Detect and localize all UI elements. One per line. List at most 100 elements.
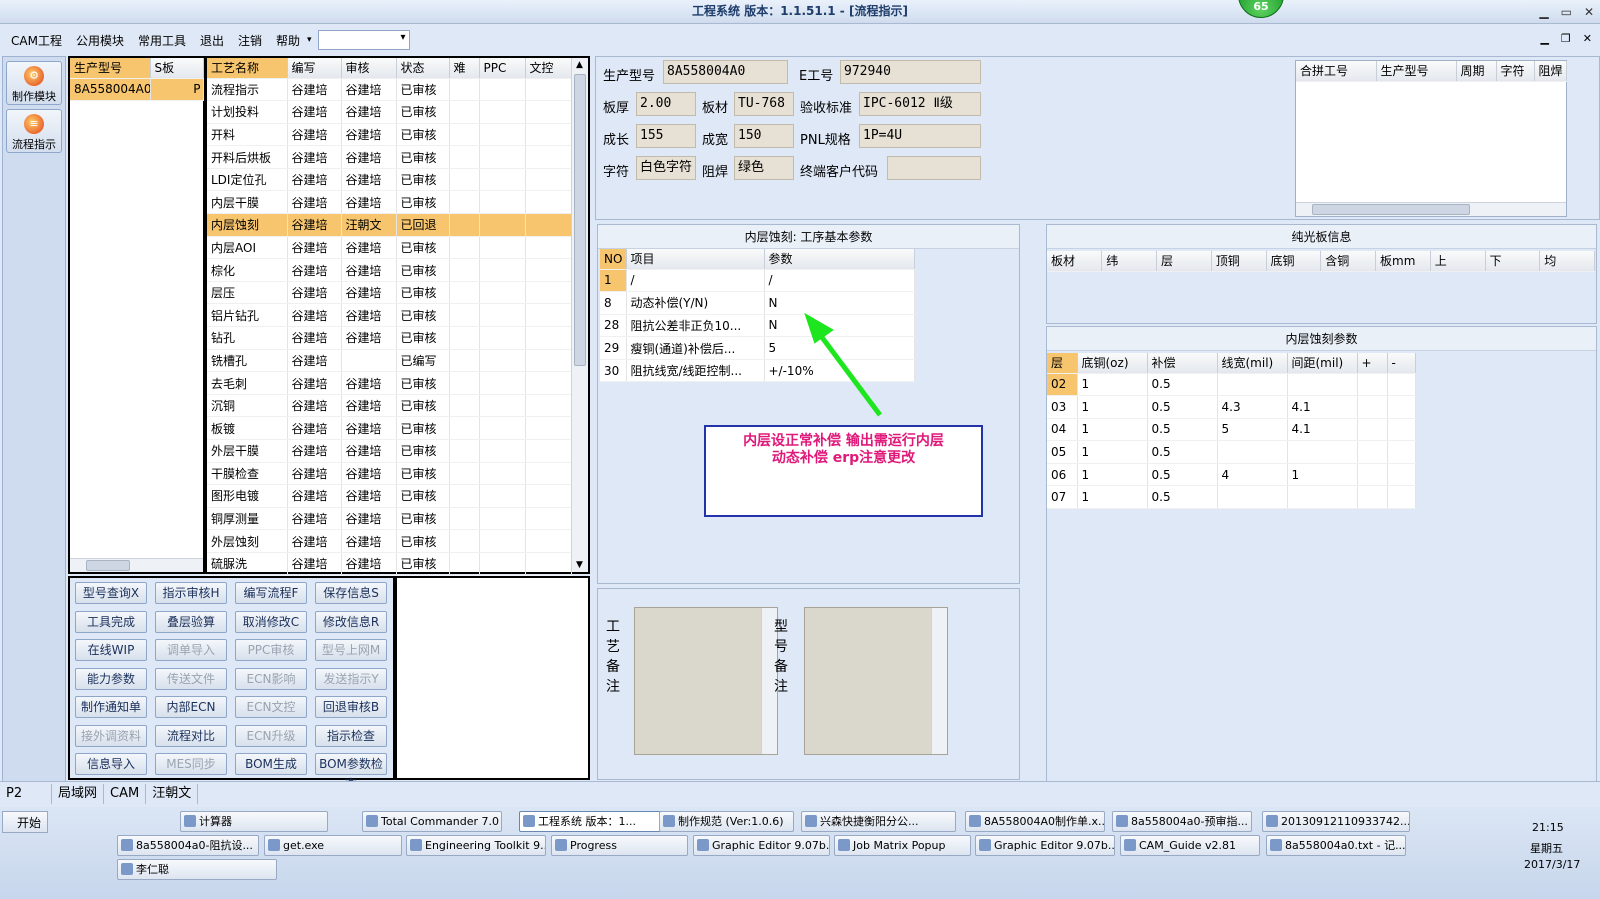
- vertical-scrollbar[interactable]: [931, 608, 947, 754]
- table-row[interactable]: 铜厚测量 谷建培 谷建培 已审核: [207, 507, 572, 531]
- taskbar-item[interactable]: 计算器: [180, 811, 328, 832]
- action-button-6-2[interactable]: BOM生成: [235, 753, 307, 775]
- table-row[interactable]: 图形电镀 谷建培 谷建培 已审核: [207, 484, 572, 508]
- col-author[interactable]: 编写: [287, 58, 342, 79]
- table-row[interactable]: 1//: [600, 269, 915, 293]
- taskbar-item[interactable]: Graphic Editor 9.07b...: [693, 835, 830, 856]
- vertical-scrollbar[interactable]: ▲ ▼: [571, 58, 588, 572]
- table-row[interactable]: 内层蚀刻 谷建培 汪朝文 已回退: [207, 213, 572, 237]
- col-etch-1[interactable]: 底铜(oz): [1077, 353, 1148, 374]
- scroll-up-icon[interactable]: ▲: [576, 60, 583, 70]
- action-button-5-1[interactable]: 流程对比: [155, 724, 227, 747]
- table-row[interactable]: 去毛刺 谷建培 谷建培 已审核: [207, 371, 572, 395]
- taskbar-item[interactable]: 李仁聪: [117, 859, 277, 880]
- col-param[interactable]: 参数: [764, 249, 915, 270]
- scroll-down-icon[interactable]: ▼: [576, 560, 583, 570]
- col-combine-cycle[interactable]: 周期: [1456, 61, 1497, 82]
- mdi-minimize-icon[interactable]: ▁: [1540, 32, 1548, 45]
- col-etch-2[interactable]: 补偿: [1147, 353, 1218, 374]
- table-row[interactable]: 06 1 0.5 4 1: [1047, 463, 1416, 487]
- table-row[interactable]: 29 瘦铜(通道)补偿后... 5: [600, 336, 915, 360]
- start-button[interactable]: 开始: [2, 811, 48, 833]
- action-button-1-0[interactable]: 工具完成: [75, 610, 147, 633]
- table-row[interactable]: LDI定位孔 谷建培 谷建培 已审核: [207, 168, 572, 192]
- col-bare-7[interactable]: 上: [1430, 251, 1486, 272]
- table-row[interactable]: 棕化 谷建培 谷建培 已审核: [207, 258, 572, 282]
- table-row[interactable]: 铝片钻孔 谷建培 谷建培 已审核: [207, 303, 572, 328]
- col-bare-3[interactable]: 顶铜: [1211, 251, 1267, 272]
- std-field[interactable]: IPC-6012 Ⅱ级: [859, 92, 981, 116]
- len-field[interactable]: 155: [636, 124, 696, 148]
- taskbar-item[interactable]: 8a558004a0-阻抗设...: [117, 835, 259, 856]
- col-combine-solder[interactable]: 阻焊: [1534, 61, 1567, 82]
- table-row[interactable]: 开料后烘板 谷建培 谷建培 已审核: [207, 145, 572, 169]
- col-etch-6[interactable]: -: [1387, 353, 1416, 374]
- col-bare-0[interactable]: 板材: [1047, 251, 1103, 272]
- e-no-field[interactable]: 972940: [840, 60, 981, 84]
- col-combine-char[interactable]: 字符: [1496, 61, 1535, 82]
- thick-field[interactable]: 2.00: [636, 92, 696, 116]
- action-button-3-1[interactable]: 传送文件: [155, 667, 227, 690]
- action-button-6-0[interactable]: 信息导入: [75, 753, 147, 775]
- table-row[interactable]: 板镀 谷建培 谷建培 已审核: [207, 416, 572, 440]
- col-status[interactable]: 状态: [396, 58, 450, 79]
- action-button-3-0[interactable]: 能力参数: [75, 667, 147, 690]
- cust-field[interactable]: [887, 156, 981, 180]
- action-button-4-1[interactable]: 内部ECN: [155, 696, 227, 718]
- col-no[interactable]: NO: [600, 249, 627, 270]
- taskbar-item[interactable]: Total Commander 7.0 ...: [362, 811, 502, 832]
- mdi-restore-icon[interactable]: ❐: [1561, 32, 1571, 45]
- col-combine-no[interactable]: 合拼工号: [1296, 61, 1377, 82]
- action-button-5-2[interactable]: ECN升级: [235, 724, 307, 747]
- col-etch-5[interactable]: +: [1357, 353, 1388, 374]
- menu-logout[interactable]: 注销: [231, 32, 269, 49]
- table-row[interactable]: 03 1 0.5 4.3 4.1: [1047, 395, 1416, 419]
- horizontal-scrollbar[interactable]: [70, 558, 203, 572]
- menu-public[interactable]: 公用模块: [69, 32, 131, 49]
- col-s-board[interactable]: S板: [150, 58, 204, 79]
- nav-make-module[interactable]: ⚙ 制作模块: [6, 61, 62, 105]
- col-bare-6[interactable]: 板mm: [1375, 251, 1431, 272]
- solder-field[interactable]: 绿色: [734, 156, 794, 180]
- menu-tools[interactable]: 常用工具: [131, 32, 193, 49]
- table-row[interactable]: 28 阻抗公差非正负10... N: [600, 314, 915, 338]
- action-button-2-3[interactable]: 型号上网M: [315, 639, 387, 661]
- action-button-5-0[interactable]: 接外调资料: [75, 724, 147, 747]
- maximize-icon[interactable]: ▭: [1561, 5, 1572, 19]
- action-button-3-2[interactable]: ECN影响: [235, 667, 307, 690]
- scroll-thumb[interactable]: [86, 560, 130, 571]
- status-p2[interactable]: P2: [0, 783, 52, 804]
- table-row[interactable]: 开料 谷建培 谷建培 已审核: [207, 123, 572, 147]
- table-row[interactable]: 干膜检查 谷建培 谷建培 已审核: [207, 462, 572, 486]
- col-ppc[interactable]: PPC: [479, 58, 526, 79]
- prod-model-field[interactable]: 8A558004A0: [663, 60, 788, 84]
- taskbar-item[interactable]: 20130912110933742....: [1262, 811, 1410, 832]
- wid-field[interactable]: 150: [734, 124, 794, 148]
- action-button-6-3[interactable]: BOM参数检查: [315, 753, 387, 791]
- action-button-2-2[interactable]: PPC审核: [235, 639, 307, 661]
- mdi-close-icon[interactable]: ✕: [1583, 32, 1592, 45]
- action-button-5-3[interactable]: 指示检查: [315, 724, 387, 747]
- table-row[interactable]: 30 阻抗线宽/线距控制... +/-10%: [600, 359, 915, 383]
- action-button-0-1[interactable]: 指示审核H: [155, 582, 227, 604]
- action-button-0-2[interactable]: 编写流程F: [235, 582, 307, 604]
- minimize-icon[interactable]: ▁: [1539, 5, 1548, 19]
- table-row[interactable]: 02 1 0.5: [1047, 373, 1416, 397]
- action-button-2-1[interactable]: 调单导入: [155, 639, 227, 661]
- table-row[interactable]: 内层AOI 谷建培 谷建培 已审核: [207, 236, 572, 260]
- process-notes-textarea[interactable]: [634, 607, 778, 755]
- taskbar-item[interactable]: 制作规范 (Ver:1.0.6): [659, 811, 794, 832]
- menu-exit[interactable]: 退出: [193, 32, 231, 49]
- action-button-1-1[interactable]: 叠层验算: [155, 610, 227, 633]
- table-row[interactable]: 沉铜 谷建培 谷建培 已审核: [207, 394, 572, 418]
- col-bare-8[interactable]: 下: [1485, 251, 1541, 272]
- table-row[interactable]: 04 1 0.5 5 4.1: [1047, 418, 1416, 442]
- table-row[interactable]: 铣槽孔 谷建培 已编写: [207, 349, 572, 373]
- col-process-name[interactable]: 工艺名称: [207, 58, 288, 79]
- taskbar-item[interactable]: 8a558004a0-预审指...: [1112, 811, 1252, 832]
- col-etch-4[interactable]: 间距(mil): [1287, 353, 1358, 374]
- nav-flow-instruction[interactable]: ≡ 流程指示: [6, 109, 62, 153]
- table-row[interactable]: 07 1 0.5: [1047, 485, 1416, 510]
- col-reviewer[interactable]: 审核: [341, 58, 397, 79]
- taskbar-item[interactable]: 8A558004A0制作单.x...: [965, 811, 1105, 832]
